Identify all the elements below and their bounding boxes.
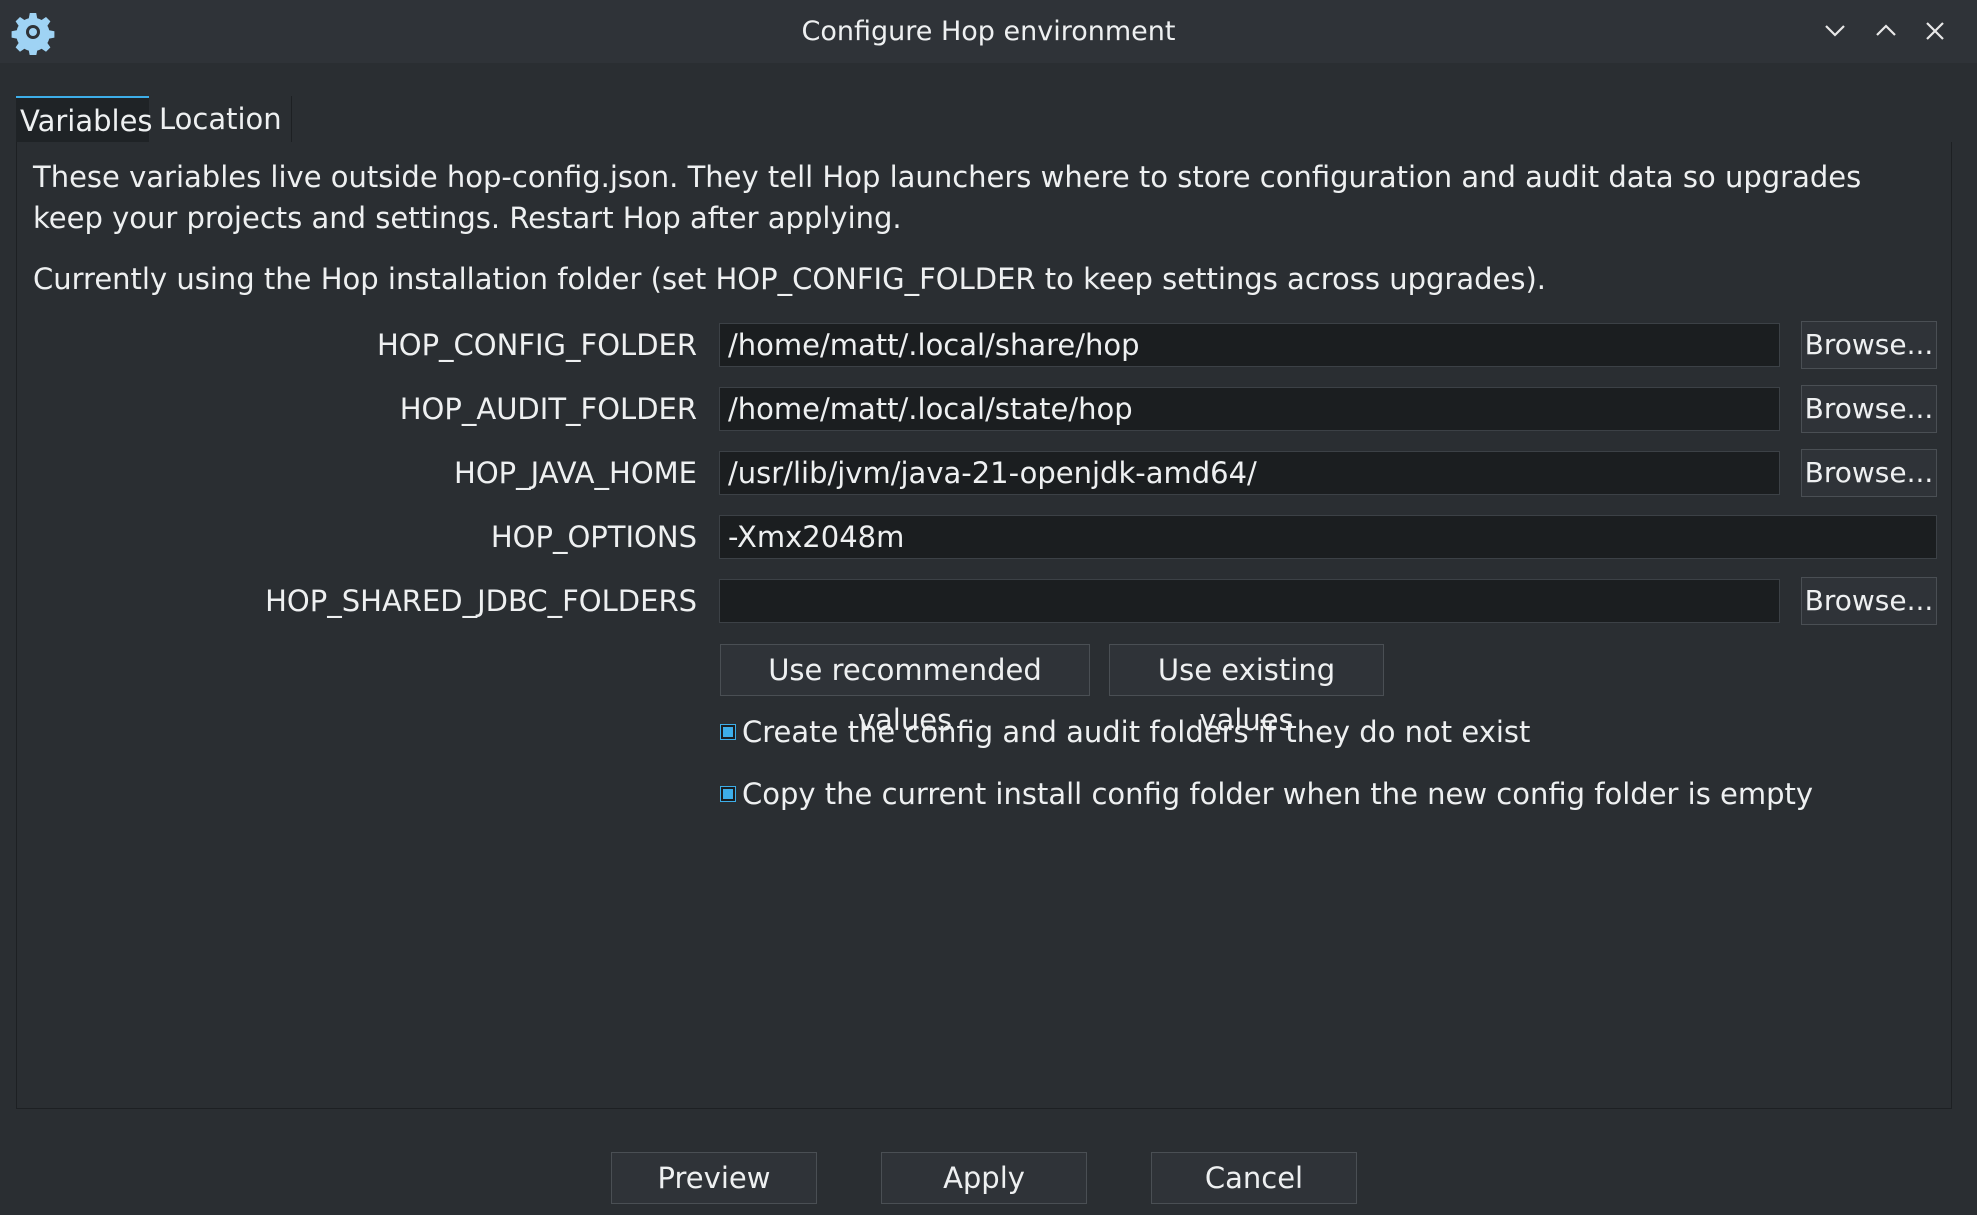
create-folders-checkbox-label: Create the config and audit folders if t…: [742, 715, 1531, 749]
use-recommended-values-button[interactable]: Use recommended values: [720, 644, 1090, 737]
hop-java-home-label: HOP_JAVA_HOME: [454, 456, 697, 490]
title-bar[interactable]: Configure Hop environment: [0, 0, 1977, 63]
hop-audit-folder-label: HOP_AUDIT_FOLDER: [399, 392, 697, 426]
status-text: Currently using the Hop installation fol…: [33, 262, 1546, 296]
tab-bar: Variables Location: [16, 96, 1952, 143]
tab-variables[interactable]: Variables: [16, 96, 153, 142]
chevron-up-icon[interactable]: [1869, 14, 1903, 48]
hop-config-folder-input[interactable]: [719, 323, 1780, 367]
hop-config-folder-label: HOP_CONFIG_FOLDER: [376, 328, 697, 362]
hop-shared-jdbc-folders-browse-button[interactable]: Browse...: [1801, 577, 1937, 625]
hop-options-label: HOP_OPTIONS: [490, 520, 697, 554]
description-text: These variables live outside hop-config.…: [33, 160, 1862, 235]
apply-button[interactable]: Apply: [881, 1152, 1087, 1204]
preview-button[interactable]: Preview: [611, 1152, 817, 1204]
hop-shared-jdbc-folders-label: HOP_SHARED_JDBC_FOLDERS: [265, 584, 697, 618]
hop-audit-folder-browse-button[interactable]: Browse...: [1801, 385, 1937, 433]
create-folders-checkbox[interactable]: [720, 724, 736, 740]
hop-config-folder-browse-button[interactable]: Browse...: [1801, 321, 1937, 369]
variables-panel: These variables live outside hop-config.…: [16, 142, 1952, 1109]
tab-location[interactable]: Location: [152, 96, 292, 142]
copy-config-checkbox[interactable]: [720, 786, 736, 802]
use-existing-values-button[interactable]: Use existing values: [1109, 644, 1384, 737]
cancel-button[interactable]: Cancel: [1151, 1152, 1357, 1204]
hop-audit-folder-input[interactable]: [719, 387, 1780, 431]
close-icon[interactable]: [1918, 14, 1952, 48]
hop-java-home-input[interactable]: [719, 451, 1780, 495]
chevron-down-icon[interactable]: [1818, 14, 1852, 48]
hop-java-home-browse-button[interactable]: Browse...: [1801, 449, 1937, 497]
window-title: Configure Hop environment: [801, 16, 1176, 47]
hop-shared-jdbc-folders-input[interactable]: [719, 579, 1780, 623]
dialog-window: Configure Hop environment Variables Loca…: [0, 0, 1977, 1215]
hop-options-input[interactable]: [719, 515, 1937, 559]
gear-icon[interactable]: [10, 9, 56, 56]
copy-config-checkbox-label: Copy the current install config folder w…: [742, 777, 1814, 811]
